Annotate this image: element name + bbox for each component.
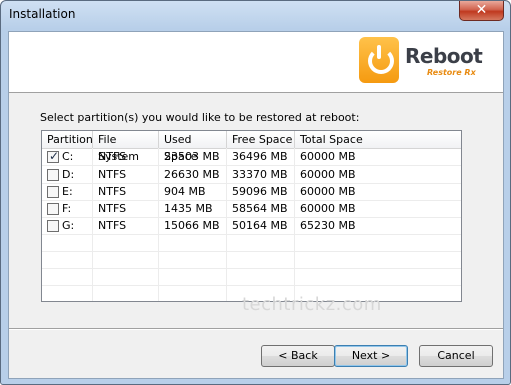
logo-ring bbox=[368, 48, 394, 74]
free-space-cell: 50164 MB bbox=[232, 219, 288, 232]
partition-label: D: bbox=[62, 168, 75, 181]
total-space-cell: 60000 MB bbox=[300, 150, 356, 163]
cancel-button[interactable]: Cancel bbox=[419, 345, 493, 367]
table-row[interactable]: D: NTFS 26630 MB 33370 MB 60000 MB bbox=[42, 166, 461, 184]
empty-row bbox=[42, 251, 461, 269]
partition-checkbox[interactable] bbox=[47, 220, 59, 232]
column-header-total-space[interactable]: Total Space bbox=[295, 131, 461, 148]
dialog-client-area: Reboot Restore Rx Select partition(s) yo… bbox=[8, 31, 504, 379]
total-space-cell: 60000 MB bbox=[300, 168, 356, 181]
partition-prompt: Select partition(s) you would like to be… bbox=[40, 111, 360, 124]
back-button[interactable]: < Back bbox=[261, 345, 335, 367]
partition-label: C: bbox=[62, 150, 74, 163]
total-space-cell: 60000 MB bbox=[300, 202, 356, 215]
file-system-cell: NTFS bbox=[98, 202, 127, 215]
file-system-cell: NTFS bbox=[98, 168, 127, 181]
column-header-free-space[interactable]: Free Space bbox=[227, 131, 295, 148]
table-row[interactable]: ✓ C: NTFS 23503 MB 36496 MB 60000 MB bbox=[42, 148, 461, 166]
logo-bar bbox=[377, 45, 381, 59]
used-space-cell: 904 MB bbox=[164, 185, 206, 198]
partition-cell: ✓ C: bbox=[42, 148, 93, 165]
partition-cell: E: bbox=[42, 183, 93, 200]
file-system-cell: NTFS bbox=[98, 219, 127, 232]
free-space-cell: 59096 MB bbox=[232, 185, 288, 198]
partition-cell: F: bbox=[42, 200, 93, 217]
close-button[interactable]: ✕ bbox=[459, 1, 504, 21]
file-system-cell: NTFS bbox=[98, 185, 127, 198]
used-space-cell: 1435 MB bbox=[164, 202, 213, 215]
column-header-partition[interactable]: Partition bbox=[42, 131, 93, 148]
next-button[interactable]: Next > bbox=[334, 345, 408, 367]
partition-label: E: bbox=[62, 185, 73, 198]
table-row[interactable]: G: NTFS 15066 MB 50164 MB 65230 MB bbox=[42, 217, 461, 235]
empty-row bbox=[42, 234, 461, 252]
table-row[interactable]: F: NTFS 1435 MB 58564 MB 60000 MB bbox=[42, 200, 461, 218]
total-space-cell: 65230 MB bbox=[300, 219, 356, 232]
empty-row bbox=[42, 268, 461, 286]
free-space-cell: 58564 MB bbox=[232, 202, 288, 215]
watermark-text: techtrickz.com bbox=[242, 294, 382, 315]
partition-checkbox[interactable] bbox=[47, 203, 59, 215]
partition-checkbox[interactable]: ✓ bbox=[47, 149, 60, 163]
title-bar: Installation ✕ bbox=[1, 1, 510, 31]
header-banner: Reboot Restore Rx bbox=[9, 32, 503, 93]
partition-list[interactable]: Partition File System Used Space Free Sp… bbox=[41, 130, 462, 302]
partition-cell: G: bbox=[42, 217, 93, 234]
partition-checkbox[interactable] bbox=[47, 169, 59, 181]
used-space-cell: 26630 MB bbox=[164, 168, 220, 181]
used-space-cell: 23503 MB bbox=[164, 150, 220, 163]
list-header: Partition File System Used Space Free Sp… bbox=[42, 131, 461, 163]
logo-subtitle: Restore Rx bbox=[427, 68, 476, 77]
window-title: Installation bbox=[9, 7, 76, 21]
column-header-file-system[interactable]: File System bbox=[93, 131, 159, 163]
power-restore-icon bbox=[359, 37, 399, 83]
logo-title: Reboot bbox=[405, 44, 483, 68]
free-space-cell: 33370 MB bbox=[232, 168, 288, 181]
partition-label: G: bbox=[62, 219, 75, 232]
file-system-cell: NTFS bbox=[98, 150, 127, 163]
table-row[interactable]: E: NTFS 904 MB 59096 MB 60000 MB bbox=[42, 183, 461, 201]
partition-checkbox[interactable] bbox=[47, 186, 59, 198]
partition-label: F: bbox=[62, 202, 72, 215]
footer-separator bbox=[9, 328, 503, 330]
check-icon: ✓ bbox=[49, 149, 60, 163]
installer-window: Installation ✕ Reboot Restore Rx Select … bbox=[0, 0, 511, 385]
partition-cell: D: bbox=[42, 166, 93, 183]
total-space-cell: 60000 MB bbox=[300, 185, 356, 198]
column-header-used-space[interactable]: Used Space bbox=[159, 131, 227, 163]
used-space-cell: 15066 MB bbox=[164, 219, 220, 232]
free-space-cell: 36496 MB bbox=[232, 150, 288, 163]
